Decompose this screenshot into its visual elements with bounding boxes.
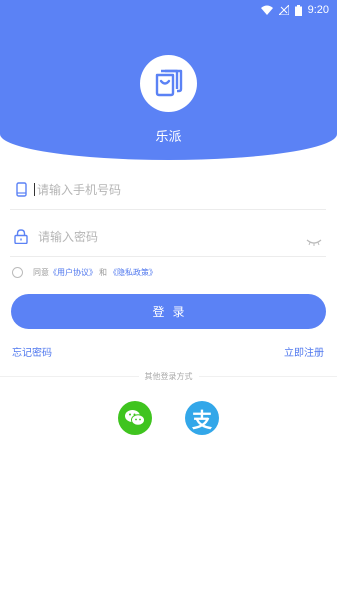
forgot-password-link[interactable]: 忘记密码 [12,344,52,359]
wifi-icon [260,5,273,15]
shopping-bag-icon [155,69,182,96]
eye-closed-icon[interactable] [306,231,322,250]
phone-field [10,170,326,210]
signal-icon [278,5,289,15]
agreement-prefix: 同意 [33,267,49,277]
header-banner: 9:20 乐派 [0,0,337,160]
status-bar: 9:20 [0,0,337,20]
user-agreement-link[interactable]: 《用户协议》 [49,267,97,278]
privacy-policy-link[interactable]: 《隐私政策》 [109,267,157,278]
agreement-and: 和 [99,267,107,277]
password-field [10,217,326,257]
app-name: 乐派 [155,130,182,145]
text-caret [34,183,35,196]
password-input[interactable] [38,229,278,244]
alipay-icon: 支 [192,407,212,432]
wechat-icon [125,410,145,426]
status-time: 9:20 [307,4,329,16]
phone-icon [12,182,30,197]
register-link[interactable]: 立即注册 [284,344,324,359]
login-button[interactable]: 登录 [11,294,326,329]
battery-icon [294,4,302,16]
wechat-login-button[interactable] [118,401,152,435]
agreement-radio[interactable] [12,266,23,278]
lock-icon [12,229,30,244]
app-logo [140,55,197,112]
phone-input[interactable] [37,182,277,197]
agreement-row: 同意 《用户协议》 和 《隐私政策》 [12,265,157,279]
other-login-text: 其他登录方式 [138,372,199,381]
alipay-login-button[interactable]: 支 [185,401,219,435]
other-login-label: 其他登录方式 [0,371,337,382]
